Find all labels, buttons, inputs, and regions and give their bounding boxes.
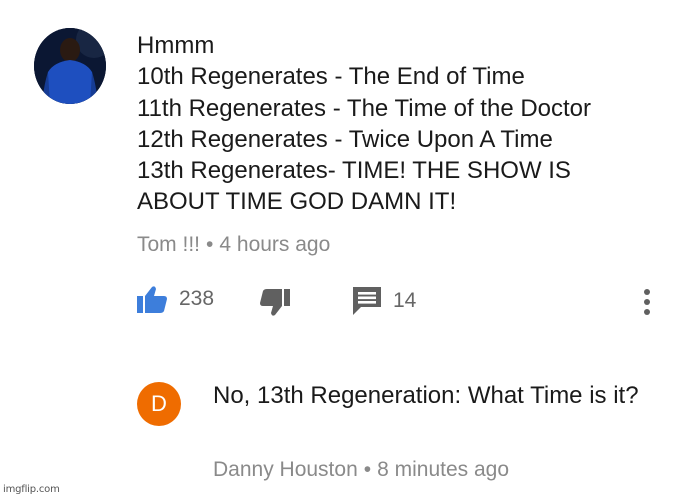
reply-timestamp[interactable]: 8 minutes ago — [377, 458, 509, 481]
comment-line: ABOUT TIME GOD DAMN IT! — [137, 188, 457, 216]
reply-avatar-letter: D — [151, 391, 167, 416]
user-avatar[interactable] — [34, 28, 106, 104]
comment-timestamp[interactable]: 4 hours ago — [219, 233, 330, 256]
meta-separator: • — [363, 458, 372, 481]
comment-line: 13th Regenerates- TIME! THE SHOW IS — [137, 157, 571, 185]
comment-author[interactable]: Tom !!! — [137, 233, 200, 256]
reply-avatar[interactable]: D — [137, 382, 181, 426]
watermark-text: imgflip.com — [3, 484, 60, 495]
reply-icon — [353, 287, 381, 315]
comment-line: 12th Regenerates - Twice Upon A Time — [137, 125, 553, 153]
more-options-button[interactable] — [643, 289, 651, 315]
comment-actions: 238 14 — [137, 285, 667, 321]
comment-text: Hmmm 10th Regenerates - The End of Time … — [137, 30, 667, 218]
comment-line: 11th Regenerates - The Time of the Docto… — [137, 94, 592, 122]
comment-meta: Tom !!! • 4 hours ago — [137, 233, 330, 257]
reply-meta: Danny Houston • 8 minutes ago — [213, 458, 509, 482]
reply-text: No, 13th Regeneration: What Time is it? — [213, 382, 639, 409]
thumbs-down-icon — [260, 289, 290, 316]
like-count: 238 — [179, 287, 215, 310]
comment-line: 10th Regenerates - The End of Time — [137, 63, 525, 91]
comment-line: Hmmm — [137, 32, 215, 59]
thumbs-up-icon — [137, 286, 167, 313]
reply-count: 14 — [393, 289, 417, 312]
dislike-button[interactable] — [260, 289, 290, 317]
more-vertical-icon — [644, 289, 650, 315]
like-button[interactable]: 238 — [137, 285, 214, 313]
reply-button[interactable]: 14 — [353, 287, 416, 315]
user-avatar-icon — [34, 28, 106, 104]
reply-author[interactable]: Danny Houston — [213, 458, 358, 481]
meta-separator: • — [206, 233, 214, 256]
